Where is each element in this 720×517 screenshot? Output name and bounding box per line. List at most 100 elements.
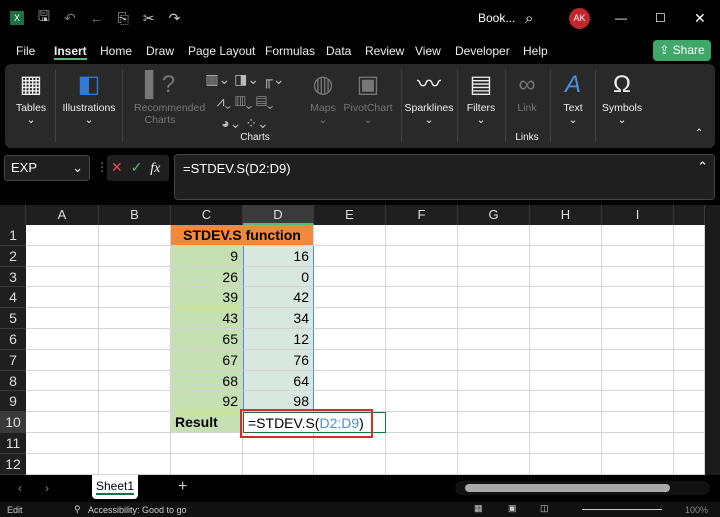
symbols-button[interactable]: Ω Symbols ⌄: [599, 68, 645, 126]
chart-types[interactable]: ▥⌄ ◨⌄ ╓⌄ ⩘⌄ ▥⌄ ▤⌄ ◕⌄ ⁘⌄: [200, 68, 290, 134]
cell[interactable]: [530, 370, 602, 392]
cell[interactable]: [26, 412, 99, 433]
cell[interactable]: [530, 245, 602, 267]
cell-d3[interactable]: 0: [243, 266, 314, 288]
select-all-corner[interactable]: [0, 205, 26, 225]
cell[interactable]: [99, 329, 171, 350]
row-header-9[interactable]: 9: [0, 391, 26, 413]
cell[interactable]: [530, 391, 602, 413]
cell-c5[interactable]: 43: [171, 308, 243, 329]
column-header-i[interactable]: I: [602, 205, 674, 225]
cell[interactable]: [458, 412, 530, 433]
cell[interactable]: [530, 433, 602, 454]
cell[interactable]: [674, 370, 705, 392]
normal-view-icon[interactable]: ▦: [474, 503, 483, 514]
tab-developer[interactable]: Developer: [455, 44, 510, 58]
cell-d5[interactable]: 34: [243, 308, 314, 329]
back-icon[interactable]: ←: [90, 10, 104, 26]
insert-function-button[interactable]: fx: [150, 161, 160, 176]
cell[interactable]: [674, 308, 705, 329]
cell[interactable]: [458, 329, 530, 350]
cell[interactable]: [674, 412, 705, 433]
cell-c9[interactable]: 92: [171, 391, 243, 413]
text-button[interactable]: A Text ⌄: [555, 68, 591, 126]
row-header-3[interactable]: 3: [0, 266, 26, 288]
vertical-scrollbar[interactable]: [705, 205, 720, 475]
cell[interactable]: [314, 329, 386, 350]
close-button[interactable]: ✕: [694, 10, 706, 27]
row-header-7[interactable]: 7: [0, 349, 26, 371]
cell-c7[interactable]: 67: [171, 349, 243, 371]
cell[interactable]: [386, 391, 458, 413]
row-header-11[interactable]: 11: [0, 433, 26, 454]
avatar[interactable]: AK: [569, 7, 590, 29]
cell[interactable]: [458, 391, 530, 413]
cell[interactable]: [26, 329, 99, 350]
illustrations-button[interactable]: ◧ Illustrations ⌄: [59, 68, 119, 126]
column-header-a[interactable]: A: [26, 205, 99, 225]
undo-icon[interactable]: ↶: [64, 10, 76, 27]
pie-chart-icon[interactable]: ◕⌄ ⁘⌄: [221, 115, 269, 131]
table-header[interactable]: STDEV.S function: [171, 225, 314, 246]
cell[interactable]: [674, 266, 705, 288]
cell[interactable]: [99, 266, 171, 288]
cell[interactable]: [26, 308, 99, 329]
cut-icon[interactable]: ✂: [143, 10, 155, 27]
cell-d8[interactable]: 64: [243, 370, 314, 392]
prev-sheet-icon[interactable]: ‹: [18, 481, 22, 495]
tab-page-layout[interactable]: Page Layout: [188, 44, 255, 58]
maps-button[interactable]: ◍ Maps ⌄: [305, 68, 341, 126]
cell[interactable]: [386, 412, 458, 433]
cancel-icon[interactable]: ✕: [111, 159, 123, 175]
cell[interactable]: [171, 453, 243, 475]
page-layout-view-icon[interactable]: ▣: [508, 503, 517, 514]
tab-file[interactable]: File: [16, 44, 35, 58]
row-header-12[interactable]: 12: [0, 453, 26, 475]
cell[interactable]: [530, 412, 602, 433]
maximize-button[interactable]: ☐: [655, 11, 666, 25]
cell[interactable]: [314, 245, 386, 267]
tab-data[interactable]: Data: [326, 44, 351, 58]
filters-button[interactable]: ▤ Filters ⌄: [461, 68, 501, 126]
spreadsheet-grid[interactable]: A B C D E F G H I 1 2 3 4 5 6 7 8 9 10 11 12 STDEV.S function…: [0, 205, 705, 475]
cell[interactable]: [674, 225, 705, 246]
cell[interactable]: [26, 225, 99, 246]
cell[interactable]: [314, 225, 386, 246]
column-header-g[interactable]: G: [458, 205, 530, 225]
expand-formula-icon[interactable]: ⌃: [697, 159, 708, 175]
tab-home[interactable]: Home: [100, 44, 132, 58]
pivotchart-button[interactable]: ▣ PivotChart ⌄: [342, 68, 394, 126]
cell[interactable]: [458, 225, 530, 246]
cell[interactable]: [602, 433, 674, 454]
cell-c6[interactable]: 65: [171, 329, 243, 350]
cell[interactable]: [530, 308, 602, 329]
cell[interactable]: [530, 329, 602, 350]
cell[interactable]: [99, 308, 171, 329]
cell[interactable]: [314, 453, 386, 475]
cell[interactable]: [26, 433, 99, 454]
column-header-e[interactable]: E: [314, 205, 386, 225]
link-button[interactable]: ∞ Link: [509, 68, 545, 114]
next-sheet-icon[interactable]: ›: [45, 481, 49, 495]
cell[interactable]: [314, 308, 386, 329]
tab-help[interactable]: Help: [523, 44, 548, 58]
cell[interactable]: [386, 370, 458, 392]
cell[interactable]: [99, 349, 171, 371]
cell-c8[interactable]: 68: [171, 370, 243, 392]
cell[interactable]: [314, 266, 386, 288]
cell[interactable]: [458, 433, 530, 454]
cell[interactable]: [99, 412, 171, 433]
column-header-b[interactable]: B: [99, 205, 171, 225]
cell[interactable]: [602, 370, 674, 392]
cell[interactable]: [458, 266, 530, 288]
redo-icon[interactable]: ↷: [169, 10, 181, 27]
cell[interactable]: [602, 349, 674, 371]
recommended-charts-button[interactable]: ▌? Recommended Charts: [125, 68, 205, 126]
cell[interactable]: [602, 225, 674, 246]
row-header-5[interactable]: 5: [0, 308, 26, 329]
sparklines-button[interactable]: 〰 Sparklines ⌄: [404, 68, 454, 126]
cell[interactable]: [99, 433, 171, 454]
cell[interactable]: [314, 370, 386, 392]
document-title[interactable]: Book...: [478, 11, 515, 25]
cell[interactable]: [530, 287, 602, 309]
